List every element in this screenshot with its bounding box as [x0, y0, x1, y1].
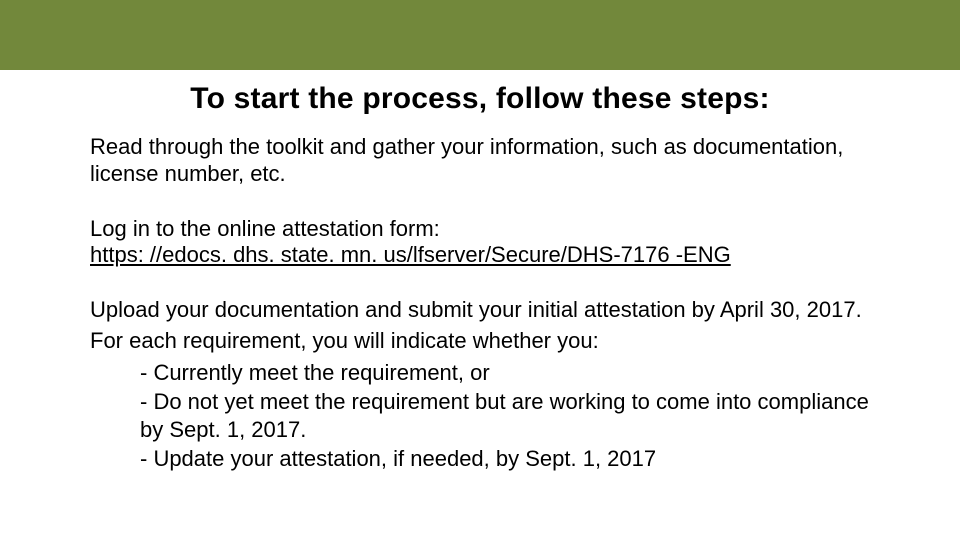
step-2-block: Log in to the online attestation form: h…: [90, 216, 870, 270]
step-3-block: Upload your documentation and submit you…: [90, 297, 870, 473]
attestation-link[interactable]: https: //edocs. dhs. state. mn. us/lfser…: [90, 242, 731, 267]
step-3-line1: Upload your documentation and submit you…: [90, 297, 870, 324]
slide-content: To start the process, follow these steps…: [0, 82, 960, 473]
step-3-bullet-3: - Update your attestation, if needed, by…: [90, 445, 870, 473]
step-3-bullet-1: - Currently meet the requirement, or: [90, 359, 870, 387]
slide-title: To start the process, follow these steps…: [90, 82, 870, 116]
step-3-line2: For each requirement, you will indicate …: [90, 328, 870, 355]
step-2-intro: Log in to the online attestation form:: [90, 216, 870, 243]
step-3-bullet-2: - Do not yet meet the requirement but ar…: [90, 388, 870, 443]
header-bar: [0, 0, 960, 70]
step-1-text: Read through the toolkit and gather your…: [90, 134, 870, 188]
